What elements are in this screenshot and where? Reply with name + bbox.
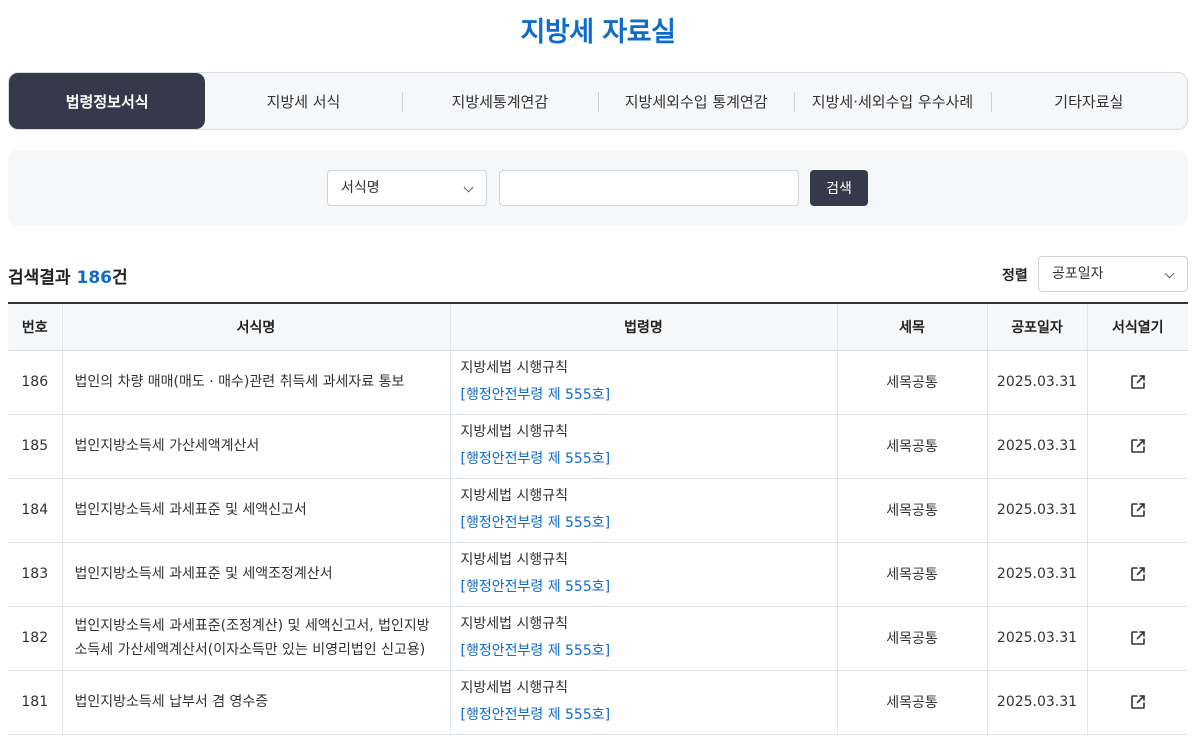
row-date: 2025.03.31 bbox=[986, 350, 1087, 415]
row-number: 184 bbox=[8, 478, 62, 543]
row-tax-item: 세목공통 bbox=[836, 606, 987, 671]
row-law: 지방세법 시행규칙 [행정안전부령 제 555호] bbox=[449, 606, 837, 671]
header-law: 법령명 bbox=[449, 302, 837, 351]
row-law-name: 지방세법 시행규칙 bbox=[460, 424, 569, 440]
sort-value: 공포일자 bbox=[1052, 266, 1104, 282]
header-no: 번호 bbox=[8, 302, 62, 351]
sort-label: 정렬 bbox=[1002, 268, 1028, 284]
tab-other-resources[interactable]: 기타자료실 bbox=[990, 73, 1187, 129]
row-form-name[interactable]: 법인지방소득세 과세표준 및 세액신고서 bbox=[61, 478, 450, 543]
chevron-down-icon bbox=[463, 182, 474, 193]
result-count-number: 186 bbox=[76, 268, 112, 288]
external-link-icon[interactable] bbox=[1129, 501, 1147, 519]
row-number: 181 bbox=[8, 670, 62, 735]
row-open bbox=[1086, 606, 1188, 671]
row-law: 지방세법 시행규칙 [행정안전부령 제 555호] bbox=[449, 670, 837, 735]
results-table: 번호 서식명 법령명 세목 공포일자 서식열기 186 법인의 차량 매매(매도… bbox=[8, 302, 1188, 735]
row-tax-item: 세목공통 bbox=[836, 350, 987, 415]
external-link-icon[interactable] bbox=[1129, 437, 1147, 455]
page-title: 지방세 자료실 bbox=[520, 17, 676, 48]
sort-select[interactable]: 공포일자 bbox=[1038, 256, 1188, 292]
tab-local-tax-forms[interactable]: 지방세 서식 bbox=[205, 73, 401, 129]
row-form-name[interactable]: 법인지방소득세 가산세액계산서 bbox=[61, 414, 450, 479]
row-tax-item: 세목공통 bbox=[836, 670, 987, 735]
row-number: 182 bbox=[8, 606, 62, 671]
row-tax-item: 세목공통 bbox=[836, 542, 987, 607]
row-date: 2025.03.31 bbox=[986, 478, 1087, 543]
external-link-icon[interactable] bbox=[1129, 373, 1147, 391]
row-law-ref-link[interactable]: [행정안전부령 제 555호] bbox=[461, 574, 827, 601]
row-date: 2025.03.31 bbox=[986, 606, 1087, 671]
row-number: 186 bbox=[8, 350, 62, 415]
row-open bbox=[1086, 478, 1188, 543]
row-open bbox=[1086, 350, 1188, 415]
row-law-ref-link[interactable]: [행정안전부령 제 555호] bbox=[461, 446, 827, 473]
header-open: 서식열기 bbox=[1086, 302, 1188, 351]
row-law: 지방세법 시행규칙 [행정안전부령 제 555호] bbox=[449, 414, 837, 479]
row-tax-item: 세목공통 bbox=[836, 414, 987, 479]
row-number: 185 bbox=[8, 414, 62, 479]
row-law-ref-link[interactable]: [행정안전부령 제 555호] bbox=[461, 702, 827, 729]
table-row: 186 법인의 차량 매매(매도 · 매수)관련 취득세 과세자료 통보 지방세… bbox=[8, 350, 1188, 415]
search-panel: 서식명 검색 bbox=[8, 150, 1188, 226]
result-count: 검색결과 186건 bbox=[8, 268, 128, 288]
header-date: 공포일자 bbox=[986, 302, 1087, 351]
row-law-ref-link[interactable]: [행정안전부령 제 555호] bbox=[461, 510, 827, 537]
row-open bbox=[1086, 670, 1188, 735]
table-row: 185 법인지방소득세 가산세액계산서 지방세법 시행규칙 [행정안전부령 제 … bbox=[8, 414, 1188, 479]
row-number: 183 bbox=[8, 542, 62, 607]
chevron-down-icon bbox=[1164, 268, 1175, 279]
tab-law-forms[interactable]: 법령정보서식 bbox=[9, 73, 206, 129]
search-field-value: 서식명 bbox=[341, 180, 380, 196]
row-tax-item: 세목공통 bbox=[836, 478, 987, 543]
row-law-name: 지방세법 시행규칙 bbox=[460, 488, 569, 504]
external-link-icon[interactable] bbox=[1129, 629, 1147, 647]
table-header-row: 번호 서식명 법령명 세목 공포일자 서식열기 bbox=[8, 302, 1188, 351]
header-name: 서식명 bbox=[61, 302, 450, 351]
row-law: 지방세법 시행규칙 [행정안전부령 제 555호] bbox=[449, 350, 837, 415]
row-date: 2025.03.31 bbox=[986, 414, 1087, 479]
row-law-name: 지방세법 시행규칙 bbox=[460, 360, 569, 376]
row-form-name[interactable]: 법인지방소득세 납부서 겸 영수증 bbox=[61, 670, 450, 735]
external-link-icon[interactable] bbox=[1129, 693, 1147, 711]
row-date: 2025.03.31 bbox=[986, 670, 1087, 735]
external-link-icon[interactable] bbox=[1129, 565, 1147, 583]
tab-nontax-statistics[interactable]: 지방세외수입 통계연감 bbox=[597, 73, 794, 129]
search-input[interactable] bbox=[499, 170, 799, 206]
row-law-name: 지방세법 시행규칙 bbox=[460, 552, 569, 568]
row-law-ref-link[interactable]: [행정안전부령 제 555호] bbox=[461, 382, 827, 409]
table-row: 184 법인지방소득세 과세표준 및 세액신고서 지방세법 시행규칙 [행정안전… bbox=[8, 478, 1188, 543]
row-open bbox=[1086, 414, 1188, 479]
row-law-name: 지방세법 시행규칙 bbox=[460, 616, 569, 632]
table-row: 183 법인지방소득세 과세표준 및 세액조정계산서 지방세법 시행규칙 [행정… bbox=[8, 542, 1188, 607]
row-form-name[interactable]: 법인지방소득세 과세표준(조정계산) 및 세액신고서, 법인지방소득세 가산세액… bbox=[61, 606, 450, 671]
category-tabs: 법령정보서식 지방세 서식 지방세통계연감 지방세외수입 통계연감 지방세·세외… bbox=[8, 72, 1188, 130]
row-form-name[interactable]: 법인지방소득세 과세표준 및 세액조정계산서 bbox=[61, 542, 450, 607]
tab-best-practices[interactable]: 지방세·세외수입 우수사례 bbox=[794, 73, 990, 129]
tab-tax-statistics[interactable]: 지방세통계연감 bbox=[401, 73, 598, 129]
row-law: 지방세법 시행규칙 [행정안전부령 제 555호] bbox=[449, 478, 837, 543]
row-form-name[interactable]: 법인의 차량 매매(매도 · 매수)관련 취득세 과세자료 통보 bbox=[61, 350, 450, 415]
row-law: 지방세법 시행규칙 [행정안전부령 제 555호] bbox=[449, 542, 837, 607]
row-law-name: 지방세법 시행규칙 bbox=[460, 680, 569, 696]
table-row: 182 법인지방소득세 과세표준(조정계산) 및 세액신고서, 법인지방소득세 … bbox=[8, 606, 1188, 671]
row-date: 2025.03.31 bbox=[986, 542, 1087, 607]
row-open bbox=[1086, 542, 1188, 607]
row-law-ref-link[interactable]: [행정안전부령 제 555호] bbox=[461, 638, 827, 665]
table-row: 181 법인지방소득세 납부서 겸 영수증 지방세법 시행규칙 [행정안전부령 … bbox=[8, 670, 1188, 735]
header-tax: 세목 bbox=[836, 302, 987, 351]
search-button[interactable]: 검색 bbox=[810, 170, 868, 206]
search-field-select[interactable]: 서식명 bbox=[327, 170, 487, 206]
